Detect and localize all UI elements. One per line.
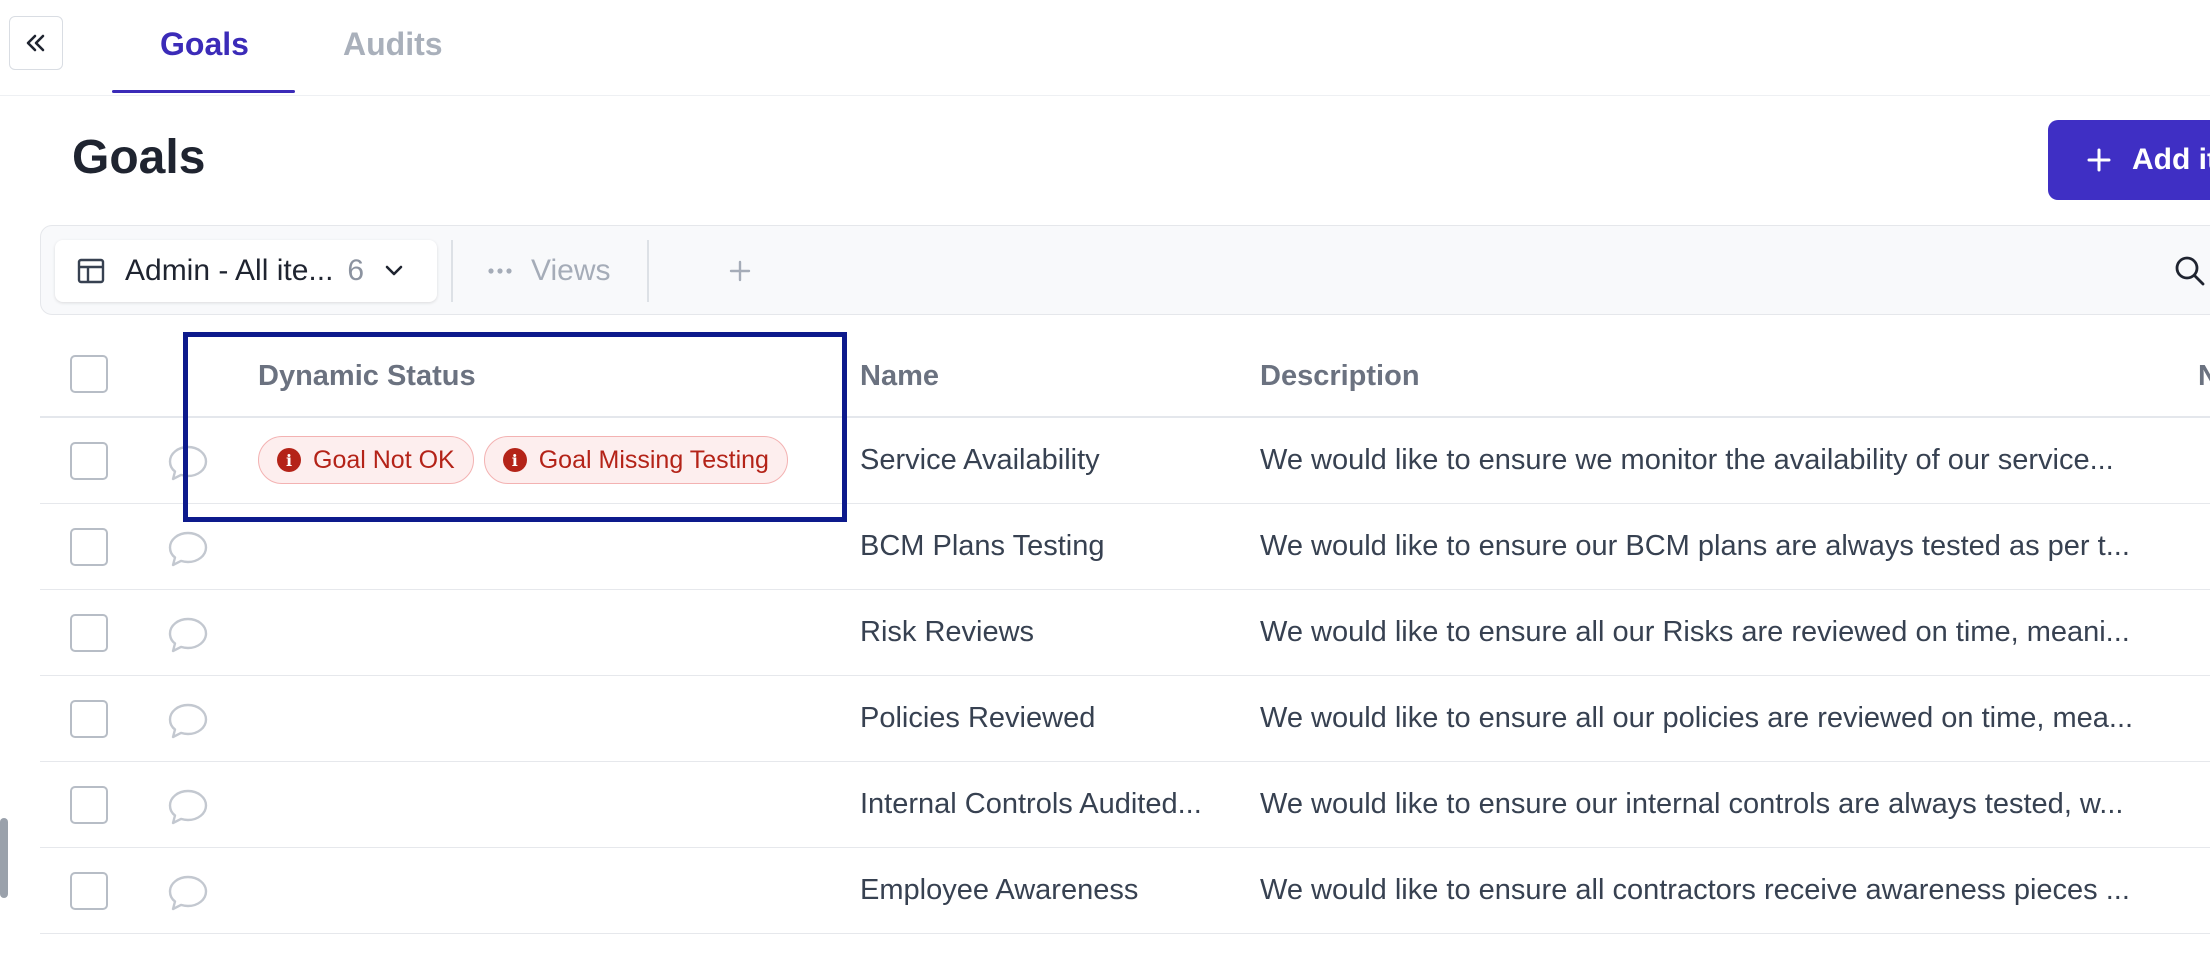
table-icon	[77, 258, 105, 284]
tab-audits[interactable]: Audits	[343, 26, 443, 63]
comment-icon[interactable]	[166, 529, 210, 569]
goal-name[interactable]: BCM Plans Testing	[860, 530, 1104, 563]
top-tab-bar: Goals Audits	[0, 0, 2210, 96]
goal-description: We would like to ensure our internal con…	[1260, 788, 2124, 820]
view-item-count: 6	[347, 254, 365, 287]
plus-icon	[2087, 148, 2111, 172]
goal-description: We would like to ensure all contractors …	[1260, 874, 2130, 906]
column-header-next[interactable]: N	[2198, 360, 2210, 393]
plus-icon	[729, 260, 751, 282]
view-selector[interactable]: Admin - All ite... 6	[55, 240, 437, 302]
highlight-box	[183, 332, 847, 522]
row-checkbox[interactable]	[70, 700, 108, 738]
add-item-button[interactable]: Add it	[2048, 120, 2210, 200]
search-button[interactable]	[2167, 248, 2210, 294]
scrollbar-thumb[interactable]	[0, 818, 8, 898]
row-checkbox[interactable]	[70, 528, 108, 566]
goal-name[interactable]: Risk Reviews	[860, 616, 1034, 649]
row-checkbox[interactable]	[70, 786, 108, 824]
goal-description: We would like to ensure all our policies…	[1260, 702, 2134, 734]
chevron-down-icon	[384, 264, 404, 278]
page-title: Goals	[72, 131, 206, 184]
collapse-sidebar-button[interactable]	[9, 16, 63, 70]
row-checkbox[interactable]	[70, 614, 108, 652]
goal-name[interactable]: Policies Reviewed	[860, 702, 1095, 735]
column-header-name[interactable]: Name	[860, 360, 939, 393]
goal-name[interactable]: Service Availability	[860, 444, 1100, 477]
comment-icon[interactable]	[166, 787, 210, 827]
more-dots-icon	[488, 268, 512, 274]
select-all-checkbox[interactable]	[70, 355, 108, 393]
goal-name[interactable]: Internal Controls Audited...	[860, 788, 1202, 821]
goal-description: We would like to ensure our BCM plans ar…	[1260, 530, 2130, 562]
table-row[interactable]: Internal Controls Audited... We would li…	[40, 762, 2210, 848]
toolbar-divider	[451, 240, 453, 302]
toolbar-divider	[647, 240, 649, 302]
table-row[interactable]: Policies Reviewed We would like to ensur…	[40, 676, 2210, 762]
goal-description: We would like to ensure we monitor the a…	[1260, 444, 2114, 476]
row-checkbox[interactable]	[70, 442, 108, 480]
goal-description: We would like to ensure all our Risks ar…	[1260, 616, 2130, 648]
goal-name[interactable]: Employee Awareness	[860, 874, 1138, 907]
comment-icon[interactable]	[166, 873, 210, 913]
row-checkbox[interactable]	[70, 872, 108, 910]
add-item-label: Add it	[2132, 143, 2210, 176]
comment-icon[interactable]	[166, 701, 210, 741]
search-icon	[2175, 256, 2205, 286]
table-row[interactable]: Risk Reviews We would like to ensure all…	[40, 590, 2210, 676]
active-tab-indicator	[112, 90, 295, 93]
table-toolbar: Admin - All ite... 6 Views	[40, 225, 2210, 315]
views-button[interactable]: Views	[487, 248, 610, 294]
double-chevron-left-icon	[26, 34, 45, 52]
column-header-description[interactable]: Description	[1260, 360, 1420, 393]
tab-goals[interactable]: Goals	[160, 26, 249, 63]
table-row[interactable]: Employee Awareness We would like to ensu…	[40, 848, 2210, 934]
view-name: Admin - All ite...	[125, 254, 334, 287]
comment-icon[interactable]	[166, 615, 210, 655]
views-label: Views	[531, 254, 611, 287]
add-view-button[interactable]	[717, 248, 763, 294]
